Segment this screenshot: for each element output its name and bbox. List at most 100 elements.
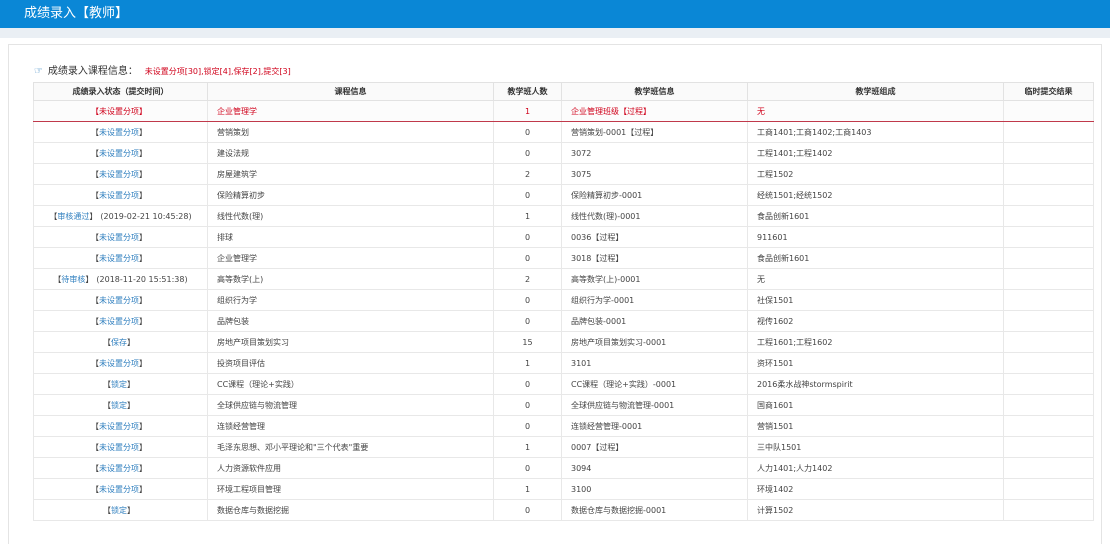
status-link[interactable]: 未设置分项 — [99, 107, 139, 116]
status-bracket-close: 】 — [139, 253, 147, 263]
status-bracket-open: 【 — [103, 400, 111, 410]
status-link[interactable]: 锁定 — [111, 401, 127, 410]
count-cell: 0 — [493, 289, 562, 311]
table-row[interactable]: 【未设置分项】 企业管理学 1 企业管理班级【过程】无 — [33, 100, 1094, 122]
table-row[interactable]: 【锁定】 全球供应链与物流管理 0 全球供应链与物流管理-0001 国商1601 — [33, 394, 1094, 416]
status-link[interactable]: 未设置分项 — [99, 191, 139, 200]
composition-cell: 食品创新1601 — [747, 247, 1004, 269]
table-row[interactable]: 【未设置分项】 房屋建筑学 2 3075 工程1502 — [33, 163, 1094, 185]
result-cell — [1003, 499, 1094, 521]
status-bracket-close: 】 — [127, 379, 135, 389]
status-link[interactable]: 待审核 — [61, 275, 85, 284]
course-cell: 房屋建筑学 — [207, 163, 494, 185]
status-bracket-open: 【 — [91, 232, 99, 242]
status-link[interactable]: 未设置分项 — [99, 149, 139, 158]
status-bracket-open: 【 — [91, 463, 99, 473]
course-cell: 毛泽东思想、邓小平理论和"三个代表"重要 — [207, 436, 494, 458]
count-cell: 0 — [493, 415, 562, 437]
result-cell — [1003, 373, 1094, 395]
result-cell — [1003, 142, 1094, 164]
status-link[interactable]: 未设置分项 — [99, 254, 139, 263]
table-row[interactable]: 【锁定】 CC课程（理论+实践） 0 CC课程（理论+实践）-0001 2016柔水战神… — [33, 373, 1094, 395]
status-bracket-open: 【 — [91, 106, 99, 116]
status-link[interactable]: 未设置分项 — [99, 296, 139, 305]
result-cell — [1003, 415, 1094, 437]
table-row[interactable]: 【未设置分项】 企业管理学 0 3018【过程】 食品创新1601 — [33, 247, 1094, 269]
table-row[interactable]: 【未设置分项】 建设法规 0 3072 工程1401;工程1402 — [33, 142, 1094, 164]
status-bracket-close: 】 — [139, 463, 147, 473]
class-info-cell: 3094 — [561, 457, 748, 479]
composition-cell: 工程1401;工程1402 — [747, 142, 1004, 164]
status-bracket-close: 】 — [139, 232, 147, 242]
table-row[interactable]: 【未设置分项】 人力资源软件应用 0 3094 人力1401;人力1402 — [33, 457, 1094, 479]
status-link[interactable]: 未设置分项 — [99, 359, 139, 368]
count-cell: 0 — [493, 247, 562, 269]
composition-cell: 国商1601 — [747, 394, 1004, 416]
table-row[interactable]: 【未设置分项】 环境工程项目管理 1 3100 环境1402 — [33, 478, 1094, 500]
status-link[interactable]: 未设置分项 — [99, 233, 139, 242]
composition-cell: 社保1501 — [747, 289, 1004, 311]
status-link[interactable]: 未设置分项 — [99, 170, 139, 179]
status-link[interactable]: 未设置分项 — [99, 443, 139, 452]
table-row[interactable]: 【保存】 房地产项目策划实习 15 房地产项目策划实习-0001 工程1601;工程16… — [33, 331, 1094, 353]
class-info-cell: 高等数学(上)-0001 — [561, 268, 748, 290]
status-link[interactable]: 锁定 — [111, 506, 127, 515]
status-bracket-open: 【 — [91, 484, 99, 494]
table-row[interactable]: 【未设置分项】 排球 0 0036【过程】 911601 — [33, 226, 1094, 248]
table-row[interactable]: 【未设置分项】 组织行为学 0 组织行为学-0001 社保1501 — [33, 289, 1094, 311]
status-link[interactable]: 未设置分项 — [99, 317, 139, 326]
result-cell — [1003, 100, 1094, 122]
table-row[interactable]: 【审核通过】 (2019-02-21 10:45:28) 线性代数(理) 1 线性代数(… — [33, 205, 1094, 227]
count-cell: 0 — [493, 310, 562, 332]
status-link[interactable]: 锁定 — [111, 380, 127, 389]
result-cell — [1003, 163, 1094, 185]
count-cell: 1 — [493, 352, 562, 374]
status-cell: 【锁定】 — [33, 373, 208, 395]
status-bracket-close: 】 — [139, 484, 147, 494]
status-link[interactable]: 未设置分项 — [99, 128, 139, 137]
result-cell — [1003, 205, 1094, 227]
composition-cell: 无 — [747, 268, 1004, 290]
table-row[interactable]: 【未设置分项】 保险精算初步 0 保险精算初步-0001 经统1501;经统1502 — [33, 184, 1094, 206]
class-info-cell: 品牌包装-0001 — [561, 310, 748, 332]
table-row[interactable]: 【未设置分项】 营销策划 0 营销策划-0001【过程】 工商1401;工商1402;工… — [33, 121, 1094, 143]
result-cell — [1003, 226, 1094, 248]
composition-cell: 食品创新1601 — [747, 205, 1004, 227]
composition-cell: 工程1601;工程1602 — [747, 331, 1004, 353]
status-bracket-close: 】 — [139, 421, 147, 431]
table-row[interactable]: 【未设置分项】 连锁经营管理 0 连锁经营管理-0001 营销1501 — [33, 415, 1094, 437]
class-info-cell: 企业管理班级【过程】 — [561, 100, 748, 122]
class-info-cell: 3075 — [561, 163, 748, 185]
composition-cell: 工程1502 — [747, 163, 1004, 185]
status-cell: 【锁定】 — [33, 394, 208, 416]
class-info-cell: 数据仓库与数据挖掘-0001 — [561, 499, 748, 521]
status-cell: 【未设置分项】 — [33, 247, 208, 269]
status-link[interactable]: 审核通过 — [57, 212, 89, 221]
table-row[interactable]: 【未设置分项】 品牌包装 0 品牌包装-0001 视传1602 — [33, 310, 1094, 332]
status-link[interactable]: 未设置分项 — [99, 485, 139, 494]
status-link[interactable]: 保存 — [111, 338, 127, 347]
status-cell: 【未设置分项】 — [33, 163, 208, 185]
table-row[interactable]: 【未设置分项】 投资项目评估 1 3101 资环1501 — [33, 352, 1094, 374]
class-info-cell: CC课程（理论+实践）-0001 — [561, 373, 748, 395]
status-link[interactable]: 未设置分项 — [99, 464, 139, 473]
composition-cell: 计算1502 — [747, 499, 1004, 521]
status-link[interactable]: 未设置分项 — [99, 422, 139, 431]
count-cell: 2 — [493, 268, 562, 290]
count-cell: 1 — [493, 205, 562, 227]
status-bracket-open: 【 — [91, 169, 99, 179]
col-header-course: 课程信息 — [207, 82, 494, 101]
table-row[interactable]: 【未设置分项】 毛泽东思想、邓小平理论和"三个代表"重要 1 0007【过程】 三中队1… — [33, 436, 1094, 458]
status-cell: 【未设置分项】 — [33, 184, 208, 206]
table-row[interactable]: 【待审核】 (2018-11-20 15:51:38) 高等数学(上) 2 高等数学(上… — [33, 268, 1094, 290]
status-bracket-open: 【 — [91, 253, 99, 263]
status-bracket-open: 【 — [103, 337, 111, 347]
class-info-cell: 3018【过程】 — [561, 247, 748, 269]
table-row[interactable]: 【锁定】 数据仓库与数据挖掘 0 数据仓库与数据挖掘-0001 计算1502 — [33, 499, 1094, 521]
course-info-line: ☞ 成绩录入课程信息： 未设置分项[30],锁定[4],保存[2],提交[3] — [34, 65, 291, 79]
status-time: (2018-11-20 15:51:38) — [96, 274, 188, 284]
composition-cell: 人力1401;人力1402 — [747, 457, 1004, 479]
course-cell: 环境工程项目管理 — [207, 478, 494, 500]
result-cell — [1003, 436, 1094, 458]
class-info-cell: 3100 — [561, 478, 748, 500]
